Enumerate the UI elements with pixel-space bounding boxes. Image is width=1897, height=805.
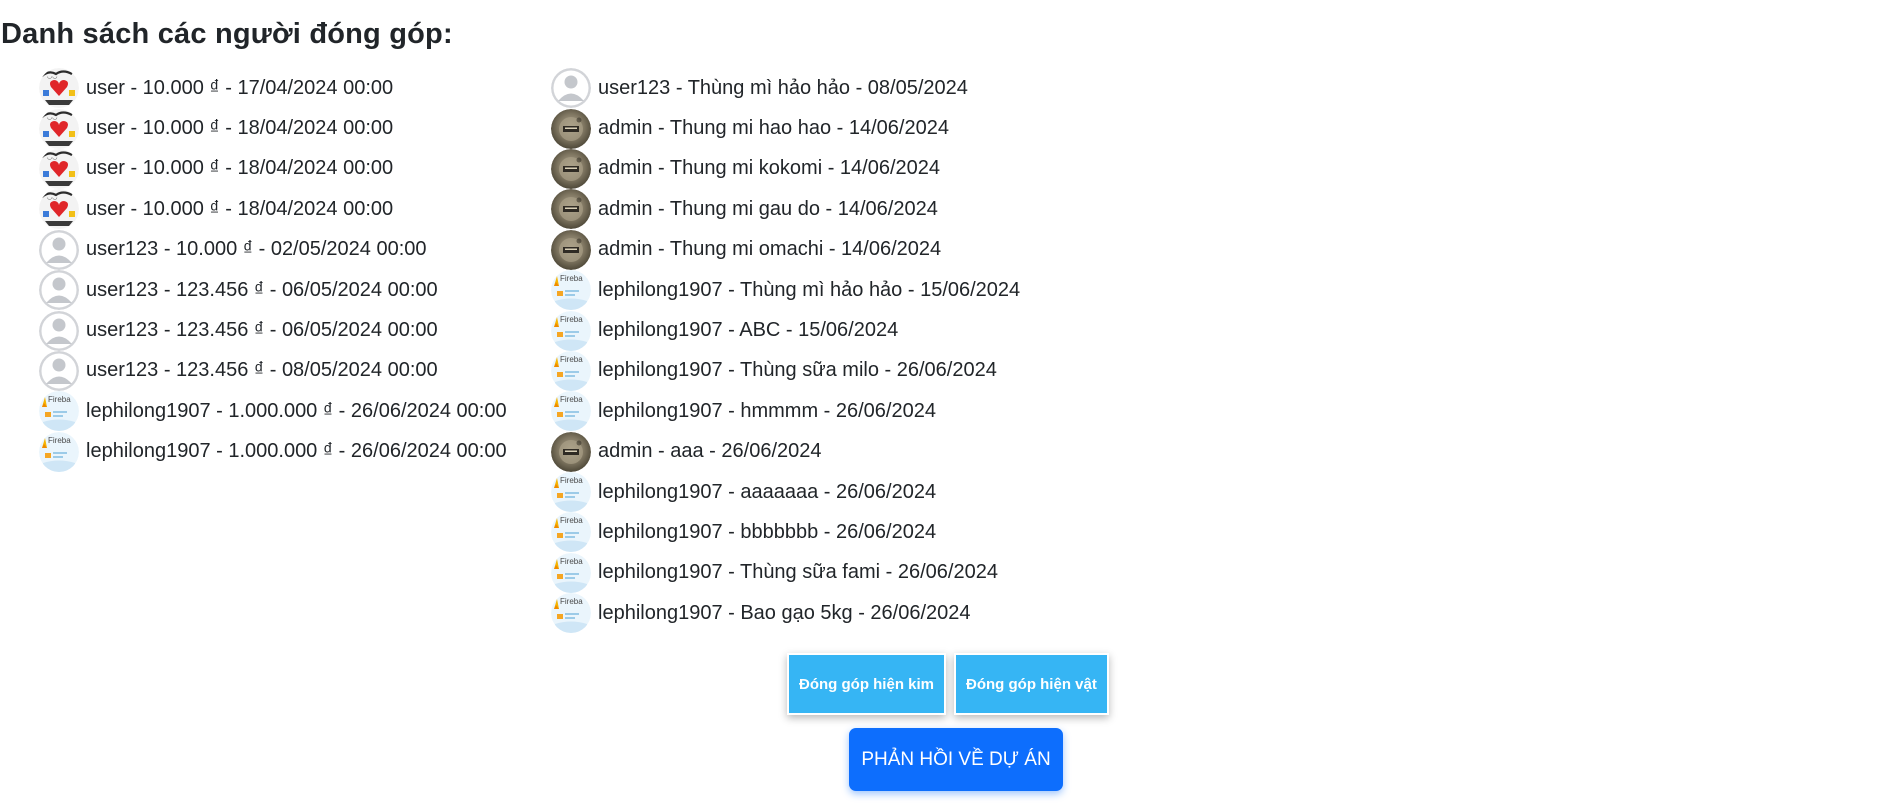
item-contribution-list: user123 - Thùng mì hảo hảo - 08/05/2024 a…: [551, 68, 1021, 634]
cash-contribution-list: ◡◡ user - 10.000 ₫ - 17/04/2024 00:00 ◡◡ us…: [39, 68, 507, 472]
list-item: Fireba lephilong1907 - Thùng sữa milo - 2…: [551, 350, 1020, 391]
contribution-text: admin - Thung mi gau do - 14/06/2024: [598, 197, 938, 220]
list-item: Fireba lephilong1907 - hmmmm - 26/06/2024: [551, 391, 1020, 432]
photo-avatar: [551, 108, 591, 149]
contribution-text: lephilong1907 - 1.000.000 ₫ - 26/06/2024…: [86, 399, 507, 422]
firebase-avatar-label: Fireba: [560, 476, 583, 485]
contribution-text: admin - Thung mi hao hao - 14/06/2024: [598, 117, 949, 140]
contribution-text: user - 10.000 ₫ - 18/04/2024 00:00: [86, 117, 394, 140]
list-item: ◡◡ user - 10.000 ₫ - 17/04/2024 00:00: [39, 68, 507, 109]
contribution-text: lephilong1907 - Bao gạo 5kg - 26/06/2024: [598, 601, 971, 624]
list-item: admin - Thung mi kokomi - 14/06/2024: [551, 148, 1020, 189]
contribution-text: user - 10.000 ₫ - 17/04/2024 00:00: [86, 76, 394, 99]
svg-text:◡◡: ◡◡: [47, 115, 57, 121]
list-item: user123 - 123.456 ₫ - 06/05/2024 00:00: [39, 270, 507, 311]
contribution-text: user123 - 123.456 ₫ - 06/05/2024 00:00: [86, 319, 438, 342]
list-item: Fireba lephilong1907 - 1.000.000 ₫ - 26/0…: [39, 431, 507, 472]
list-item: ◡◡ user - 10.000 ₫ - 18/04/2024 00:00: [39, 189, 507, 230]
contribution-text: lephilong1907 - Thùng mì hảo hảo - 15/06…: [598, 278, 1021, 301]
firebase-avatar-label: Fireba: [560, 274, 583, 283]
firebase-avatar: Fireba: [551, 593, 591, 634]
contribution-text: user123 - 10.000 ₫ - 02/05/2024 00:00: [86, 238, 427, 261]
default-avatar: [39, 229, 79, 270]
sticker-avatar: ◡◡: [39, 189, 79, 230]
list-item: Fireba lephilong1907 - Bao gạo 5kg - 26/0…: [551, 593, 1020, 634]
list-item: Fireba lephilong1907 - ABC - 15/06/2024: [551, 310, 1020, 351]
firebase-avatar-label: Fireba: [560, 597, 583, 606]
firebase-avatar: Fireba: [39, 431, 79, 472]
default-avatar: [551, 68, 591, 109]
photo-avatar: [551, 189, 591, 230]
contribution-button-group: Đóng góp hiện kim Đóng góp hiện vật: [787, 653, 1109, 715]
list-item: ◡◡ user - 10.000 ₫ - 18/04/2024 00:00: [39, 108, 507, 149]
contribution-text: lephilong1907 - aaaaaaa - 26/06/2024: [598, 480, 937, 503]
firebase-avatar: Fireba: [551, 391, 591, 432]
firebase-avatar: Fireba: [551, 472, 591, 513]
firebase-avatar-label: Fireba: [560, 395, 583, 404]
sticker-avatar: ◡◡: [39, 108, 79, 149]
list-item: user123 - 123.456 ₫ - 06/05/2024 00:00: [39, 310, 507, 351]
firebase-avatar: Fireba: [551, 270, 591, 311]
list-item: Fireba lephilong1907 - 1.000.000 ₫ - 26/0…: [39, 391, 507, 432]
firebase-avatar: Fireba: [39, 391, 79, 432]
contribution-text: lephilong1907 - 1.000.000 ₫ - 26/06/2024…: [86, 440, 507, 463]
contribution-text: user123 - 123.456 ₫ - 08/05/2024 00:00: [86, 359, 438, 382]
cash-contribution-button[interactable]: Đóng góp hiện kim: [787, 653, 946, 715]
contribution-text: user123 - 123.456 ₫ - 06/05/2024 00:00: [86, 278, 438, 301]
contribution-text: user123 - Thùng mì hảo hảo - 08/05/2024: [598, 76, 968, 99]
contribution-text: admin - Thung mi omachi - 14/06/2024: [598, 238, 942, 261]
svg-text:◡◡: ◡◡: [47, 74, 57, 80]
firebase-avatar-label: Fireba: [48, 395, 71, 404]
firebase-avatar-label: Fireba: [560, 557, 583, 566]
list-item: admin - Thung mi omachi - 14/06/2024: [551, 229, 1020, 270]
list-item: user123 - 123.456 ₫ - 08/05/2024 00:00: [39, 350, 507, 391]
contribution-text: user - 10.000 ₫ - 18/04/2024 00:00: [86, 157, 394, 180]
list-item: user123 - 10.000 ₫ - 02/05/2024 00:00: [39, 229, 507, 270]
contribution-text: lephilong1907 - bbbbbbb - 26/06/2024: [598, 520, 937, 543]
photo-avatar: [551, 431, 591, 472]
list-item: Fireba lephilong1907 - aaaaaaa - 26/06/20…: [551, 472, 1020, 513]
contribution-text: lephilong1907 - Thùng sữa fami - 26/06/2…: [598, 561, 998, 584]
list-item: Fireba lephilong1907 - Thùng mì hảo hảo -…: [551, 270, 1021, 311]
firebase-avatar-label: Fireba: [560, 355, 583, 364]
firebase-avatar-label: Fireba: [48, 436, 71, 445]
list-item: Fireba lephilong1907 - Thùng sữa fami - 2…: [551, 552, 1020, 593]
contribution-text: lephilong1907 - hmmmm - 26/06/2024: [598, 399, 936, 422]
sticker-avatar: ◡◡: [39, 148, 79, 189]
default-avatar: [39, 270, 79, 311]
list-item: admin - Thung mi gau do - 14/06/2024: [551, 189, 1020, 230]
svg-text:◡◡: ◡◡: [47, 155, 57, 161]
project-feedback-button[interactable]: PHẢN HỒI VỀ DỰ ÁN: [849, 728, 1063, 791]
photo-avatar: [551, 229, 591, 270]
photo-avatar: [551, 148, 591, 189]
firebase-avatar: Fireba: [551, 350, 591, 391]
contributors-page: Danh sách các người đóng góp: ◡◡ user - 1…: [0, 0, 1897, 805]
firebase-avatar-label: Fireba: [560, 315, 583, 324]
default-avatar: [39, 310, 79, 351]
firebase-avatar: Fireba: [551, 552, 591, 593]
item-contribution-button[interactable]: Đóng góp hiện vật: [954, 653, 1109, 715]
firebase-avatar-label: Fireba: [560, 516, 583, 525]
svg-text:◡◡: ◡◡: [47, 195, 57, 201]
contribution-text: lephilong1907 - ABC - 15/06/2024: [598, 319, 899, 342]
list-item: admin - Thung mi hao hao - 14/06/2024: [551, 108, 1020, 149]
contribution-text: lephilong1907 - Thùng sữa milo - 26/06/2…: [598, 359, 997, 382]
default-avatar: [39, 350, 79, 391]
contribution-text: admin - Thung mi kokomi - 14/06/2024: [598, 157, 941, 180]
firebase-avatar: Fireba: [551, 310, 591, 351]
list-item: admin - aaa - 26/06/2024: [551, 431, 1020, 472]
list-item: Fireba lephilong1907 - bbbbbbb - 26/06/20…: [551, 512, 1020, 553]
firebase-avatar: Fireba: [551, 512, 591, 553]
contribution-text: user - 10.000 ₫ - 18/04/2024 00:00: [86, 197, 394, 220]
contribution-text: admin - aaa - 26/06/2024: [598, 440, 822, 463]
list-item: user123 - Thùng mì hảo hảo - 08/05/2024: [551, 68, 1020, 109]
sticker-avatar: ◡◡: [39, 68, 79, 109]
page-title: Danh sách các người đóng góp:: [1, 18, 453, 50]
list-item: ◡◡ user - 10.000 ₫ - 18/04/2024 00:00: [39, 148, 507, 189]
